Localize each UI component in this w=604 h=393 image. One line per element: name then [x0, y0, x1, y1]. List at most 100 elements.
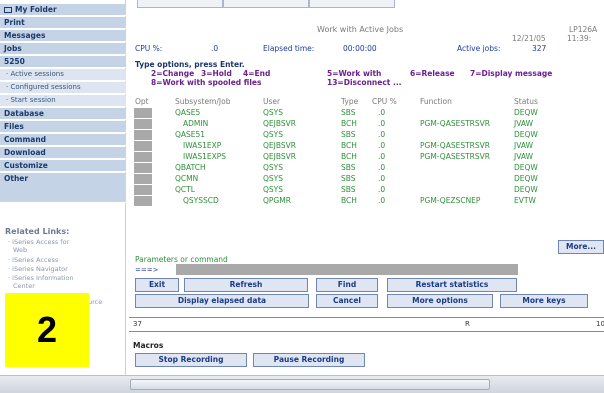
- top-tab[interactable]: [137, 0, 223, 8]
- job-user: QEJBSVR: [263, 152, 296, 161]
- option-5: 5=Work with: [327, 69, 382, 78]
- column-header-status: Status: [514, 97, 538, 106]
- nav-label: 5250: [4, 57, 25, 66]
- screen-time: 11:39:: [567, 34, 592, 43]
- option-input[interactable]: [134, 185, 152, 195]
- system-name: LP126A: [569, 25, 598, 34]
- job-type: SBS: [341, 185, 356, 194]
- nav-label: · Active sessions: [6, 70, 64, 78]
- job-name: ADMIN: [183, 119, 209, 128]
- top-tab[interactable]: [309, 0, 395, 8]
- job-function: PGM-QASESTRSVR: [420, 152, 490, 161]
- nav-5250[interactable]: 5250: [0, 56, 126, 68]
- related-link[interactable]: · iSeries Access for: [8, 238, 69, 246]
- nav-label: Jobs: [4, 44, 22, 53]
- exit-button[interactable]: Exit: [135, 278, 179, 292]
- job-cpu: .0: [378, 119, 386, 128]
- more-keys-button[interactable]: More keys: [500, 294, 588, 308]
- nav-my-folder[interactable]: My Folder: [0, 4, 126, 16]
- top-tab[interactable]: [223, 0, 309, 8]
- related-link[interactable]: · iSeries Navigator: [8, 265, 68, 273]
- related-link[interactable]: · iSeries Access: [8, 256, 58, 264]
- option-input[interactable]: [134, 152, 152, 162]
- job-status: DEQW: [514, 185, 538, 194]
- column-header-type: Type: [341, 97, 359, 106]
- job-name: QCMN: [175, 174, 199, 183]
- nav-label: Database: [4, 109, 44, 118]
- more-options-button[interactable]: More options: [387, 294, 493, 308]
- job-name: QSYSSCD: [183, 196, 219, 205]
- nav-label: Download: [4, 148, 46, 157]
- parameters-label: Parameters or command: [135, 255, 228, 264]
- active-jobs-label: Active jobs:: [457, 44, 501, 53]
- pause-recording-button[interactable]: Pause Recording: [253, 353, 365, 367]
- nav-download[interactable]: Download: [0, 147, 126, 159]
- option-input[interactable]: [134, 130, 152, 140]
- job-name: QBATCH: [175, 163, 206, 172]
- nav-other[interactable]: Other: [0, 173, 126, 203]
- status-column: 10: [596, 320, 604, 328]
- nav-label: Command: [4, 135, 47, 144]
- nav-label: Print: [4, 18, 25, 27]
- find-button[interactable]: Find: [316, 278, 378, 292]
- related-link[interactable]: · iSeries Information: [8, 274, 74, 282]
- option-2: 2=Change: [151, 69, 195, 78]
- column-header-opt: Opt: [135, 97, 149, 106]
- option-3: 3=Hold: [201, 69, 232, 78]
- option-input[interactable]: [134, 163, 152, 173]
- status-row: 37: [133, 320, 142, 328]
- job-status: DEQW: [514, 108, 538, 117]
- job-cpu: .0: [378, 163, 386, 172]
- nav-label: · Configured sessions: [6, 83, 81, 91]
- nav-command[interactable]: Command: [0, 134, 126, 146]
- job-type: SBS: [341, 108, 356, 117]
- nav-files[interactable]: Files: [0, 121, 126, 133]
- more-button[interactable]: More...: [558, 240, 604, 254]
- restart-statistics-button[interactable]: Restart statistics: [387, 278, 517, 292]
- nav-jobs[interactable]: Jobs: [0, 43, 126, 55]
- job-cpu: .0: [378, 174, 386, 183]
- nav-label: Other: [4, 174, 29, 183]
- related-link[interactable]: urce: [88, 298, 102, 306]
- cpu-value: .0: [211, 44, 219, 53]
- display-elapsed-data-button[interactable]: Display elapsed data: [135, 294, 309, 308]
- related-link[interactable]: Center: [13, 282, 35, 290]
- job-name: IWAS1EXP: [183, 141, 222, 150]
- cancel-button[interactable]: Cancel: [316, 294, 378, 308]
- option-input[interactable]: [134, 141, 152, 151]
- option-input[interactable]: [134, 174, 152, 184]
- related-link[interactable]: Web: [13, 246, 27, 254]
- nav-start-session[interactable]: · Start session: [0, 95, 126, 107]
- nav-configured-sessions[interactable]: · Configured sessions: [0, 82, 126, 94]
- stop-recording-button[interactable]: Stop Recording: [135, 353, 247, 367]
- nav-active-sessions[interactable]: · Active sessions: [0, 69, 126, 81]
- job-user: QSYS: [263, 174, 284, 183]
- job-status: DEQW: [514, 163, 538, 172]
- option-6: 6=Release: [410, 69, 455, 78]
- scrollbar-thumb[interactable]: [130, 379, 490, 390]
- session-screen: Work with Active Jobs LP126A 12/21/05 11…: [129, 0, 604, 393]
- job-status: EVTW: [514, 196, 536, 205]
- option-input[interactable]: [134, 196, 152, 206]
- nav-database[interactable]: Database: [0, 108, 126, 120]
- job-user: QSYS: [263, 163, 284, 172]
- column-header-function: Function: [420, 97, 452, 106]
- elapsed-label: Elapsed time:: [263, 44, 315, 53]
- status-mode: R: [465, 320, 470, 328]
- step-number-badge: 2: [5, 293, 89, 367]
- option-4: 4=End: [243, 69, 271, 78]
- status-divider: [129, 331, 604, 332]
- option-input[interactable]: [134, 119, 152, 129]
- horizontal-scrollbar[interactable]: [0, 375, 604, 393]
- nav-print[interactable]: Print: [0, 17, 126, 29]
- option-input[interactable]: [134, 108, 152, 118]
- command-line-input[interactable]: [176, 264, 518, 275]
- job-name: QASE5: [175, 108, 201, 117]
- nav-customize[interactable]: Customize: [0, 160, 126, 172]
- nav-label: Messages: [4, 31, 46, 40]
- job-name: QASE51: [175, 130, 206, 139]
- nav-messages[interactable]: Messages: [0, 30, 126, 42]
- refresh-button[interactable]: Refresh: [184, 278, 308, 292]
- job-type: BCH: [341, 152, 357, 161]
- folder-icon: [4, 7, 12, 13]
